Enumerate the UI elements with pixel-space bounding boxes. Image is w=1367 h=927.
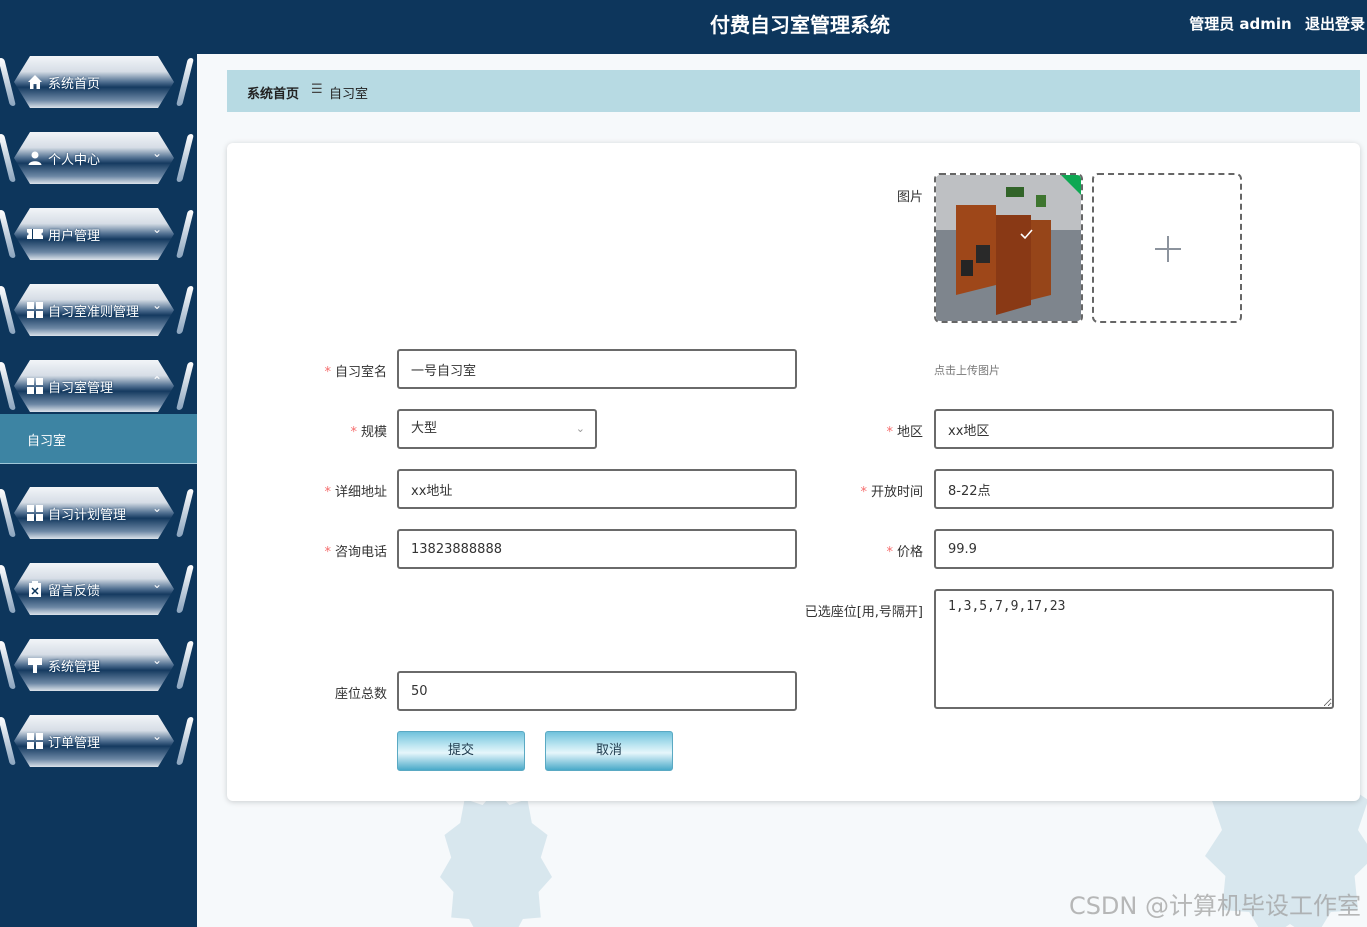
cancel-button[interactable]: 取消	[545, 731, 673, 771]
chevron-down-icon: ⌄	[575, 422, 585, 435]
price-label: * 价格	[886, 545, 923, 560]
sidebar-item-label: 系统首页	[48, 77, 101, 92]
sidebar-item-label: 自习室管理	[48, 381, 114, 396]
sidebar-item-label: 用户管理	[48, 229, 101, 244]
chevron-down-icon: ⌄	[152, 146, 163, 160]
sidebar-item-label: 个人中心	[48, 153, 101, 168]
room-form-card: 图片 点击上传图片 *自习室名 *规模 大型 ⌄ *地区 *详细地址	[227, 143, 1360, 801]
selected-seats-textarea[interactable]: 1,3,5,7,9,17,23	[934, 589, 1334, 709]
total-seats-input[interactable]	[397, 671, 797, 711]
region-label: * 地区	[886, 425, 923, 440]
submit-button[interactable]: 提交	[397, 731, 525, 771]
sidebar: 系统首页 个人中心 ⌄ 用户管理 ⌄ 自习室准则管理 ⌄ 自习室管理 ⌃ 自习室…	[0, 0, 197, 927]
sidebar-item-room-management[interactable]: 自习室管理 ⌃	[0, 358, 194, 414]
sidebar-item-room-rules[interactable]: 自习室准则管理 ⌄	[0, 282, 194, 338]
selected-seats-label: 已选座位[用,号隔开]	[804, 605, 923, 620]
chevron-down-icon: ⌄	[152, 577, 163, 591]
sidebar-item-personal-center[interactable]: 个人中心 ⌄	[0, 130, 194, 186]
uploaded-image-thumbnail[interactable]	[934, 173, 1083, 323]
chevron-down-icon: ⌄	[152, 222, 163, 236]
sidebar-item-user-management[interactable]: 用户管理 ⌄	[0, 206, 194, 262]
breadcrumb-home-link[interactable]: 系统首页	[247, 83, 299, 102]
hours-label: * 开放时间	[860, 485, 923, 500]
address-label: * 详细地址	[324, 485, 387, 500]
upload-hint: 点击上传图片	[934, 364, 1000, 377]
breadcrumb-separator-icon: ☰	[311, 82, 323, 97]
phone-input[interactable]	[397, 529, 797, 569]
app-title: 付费自习室管理系统	[710, 13, 890, 37]
sidebar-item-orders[interactable]: 订单管理 ⌄	[0, 713, 194, 769]
total-seats-label: 座位总数	[334, 687, 387, 702]
logout-link[interactable]: 退出登录	[1305, 15, 1365, 33]
sidebar-item-label: 自习计划管理	[48, 508, 127, 523]
room-name-label: * 自习室名	[324, 365, 387, 380]
sidebar-item-home[interactable]: 系统首页	[0, 54, 194, 110]
phone-label: * 咨询电话	[324, 545, 387, 560]
user-icon	[28, 151, 42, 165]
image-label: 图片	[896, 190, 923, 205]
price-input[interactable]	[934, 529, 1334, 569]
hours-input[interactable]	[934, 469, 1334, 509]
sidebar-item-study-plans[interactable]: 自习计划管理 ⌄	[0, 485, 194, 541]
size-select[interactable]: 大型 ⌄	[397, 409, 597, 449]
address-input[interactable]	[397, 469, 797, 509]
upload-image-button[interactable]	[1092, 173, 1242, 323]
clipboard-icon	[29, 581, 41, 597]
chevron-down-icon: ⌄	[152, 501, 163, 515]
grid-icon	[27, 378, 43, 394]
size-label: * 规模	[350, 425, 387, 440]
sidebar-item-label: 自习室准则管理	[48, 305, 140, 320]
sidebar-item-label: 订单管理	[48, 736, 101, 751]
size-select-value: 大型	[411, 421, 438, 436]
grid-icon	[27, 302, 43, 318]
pin-icon	[28, 658, 42, 673]
current-user: 管理员 admin	[1189, 15, 1292, 33]
plus-icon	[1167, 236, 1169, 262]
sidebar-item-label: 留言反馈	[48, 584, 101, 599]
ticket-icon	[27, 229, 43, 239]
sidebar-item-label: 系统管理	[48, 660, 101, 675]
chevron-down-icon: ⌄	[152, 298, 163, 312]
sidebar-item-system[interactable]: 系统管理 ⌄	[0, 637, 194, 693]
room-name-input[interactable]	[397, 349, 797, 389]
chevron-up-icon: ⌃	[152, 374, 163, 388]
breadcrumb-current: 自习室	[329, 87, 369, 102]
chevron-down-icon: ⌄	[152, 729, 163, 743]
sidebar-subitem-study-room[interactable]: 自习室	[0, 414, 197, 464]
breadcrumb: 系统首页 ☰ 自习室	[227, 70, 1360, 112]
gear-decoration	[440, 790, 552, 927]
grid-icon	[27, 733, 43, 749]
user-area: 管理员 admin 退出登录	[1181, 0, 1365, 48]
chevron-down-icon: ⌄	[152, 653, 163, 667]
sidebar-subitem-label: 自习室	[27, 434, 67, 449]
grid-icon	[27, 505, 43, 521]
watermark: CSDN @计算机毕设工作室	[1068, 892, 1361, 920]
study-room-photo	[936, 175, 1081, 321]
home-icon	[28, 75, 42, 89]
region-input[interactable]	[934, 409, 1334, 449]
sidebar-item-feedback[interactable]: 留言反馈 ⌄	[0, 561, 194, 617]
top-header: 付费自习室管理系统 管理员 admin 退出登录	[0, 0, 1367, 54]
